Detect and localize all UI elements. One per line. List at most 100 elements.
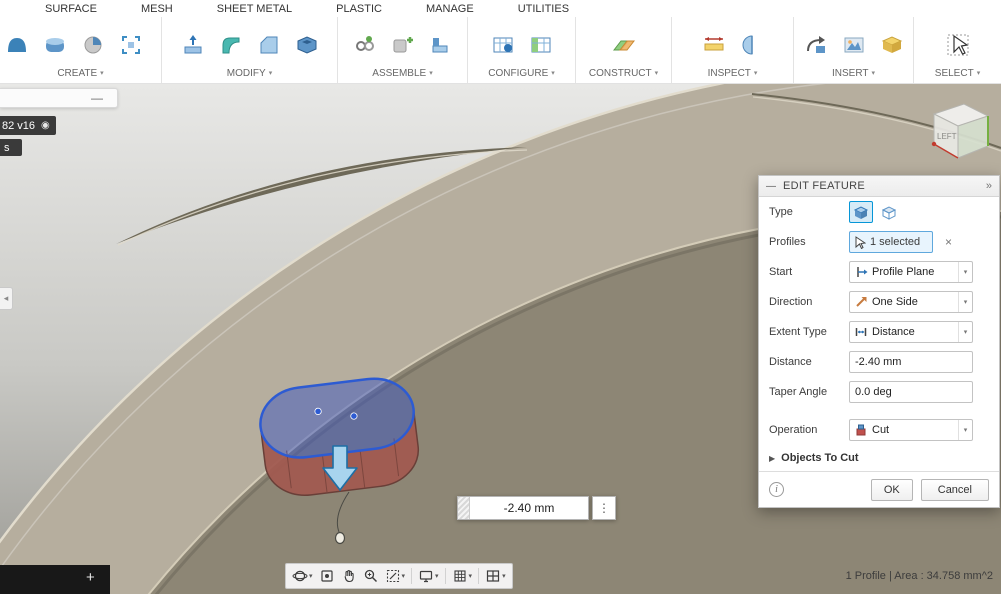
direction-dropdown[interactable]: One Side ▾ [849,291,973,313]
create-form-icon[interactable] [4,32,30,58]
select-dropdown[interactable]: SELECT ▾ [914,67,1001,83]
ok-button[interactable]: OK [871,479,913,501]
input-drag-grip[interactable] [458,497,470,519]
distance-field[interactable] [849,351,973,373]
extent-type-label: Extent Type [769,326,849,338]
chevron-down-icon: ▾ [502,572,506,580]
assemble-dropdown[interactable]: ASSEMBLE ▾ [338,67,467,83]
input-options-button[interactable]: ⋮ [592,496,616,520]
look-at-tool[interactable] [317,565,337,587]
create-box-icon[interactable] [42,32,68,58]
toolbar-separator [411,568,412,584]
modify-press-pull-icon[interactable] [180,32,206,58]
operation-value: Cut [872,424,954,436]
configure-icon[interactable] [490,32,516,58]
browser-header[interactable]: — [0,88,118,108]
extent-type-row: Extent Type Distance ▾ [759,317,999,347]
browser-minimize-icon[interactable]: — [91,91,103,105]
dialog-collapse-icon[interactable]: — [766,181,776,192]
extrude-type-thin-button[interactable] [877,201,901,223]
magnifier-icon [363,568,379,584]
menu-tab-manage[interactable]: MANAGE [426,3,474,15]
chevron-down-icon: ▾ [469,572,473,580]
sketch-point-2[interactable] [350,412,357,419]
modify-chamfer-icon[interactable] [256,32,282,58]
chevron-down-icon: ▾ [435,572,439,580]
dialog-header[interactable]: — EDIT FEATURE » [759,176,999,197]
configure-table-icon[interactable] [528,32,554,58]
sub-node-label: s [4,142,10,154]
inspect-section-icon[interactable] [739,32,765,58]
start-label: Start [769,266,849,278]
menu-tab-surface[interactable]: SURFACE [45,3,97,15]
inspect-dropdown[interactable]: INSPECT ▾ [672,67,793,83]
menu-tab-utilities[interactable]: UTILITIES [518,3,569,15]
display-settings-tool[interactable]: ▾ [416,565,441,587]
sketch-center-point[interactable] [336,533,345,544]
sketch-point-1[interactable] [315,408,322,415]
selection-status: 1 Profile | Area : 34.758 mm^2 [846,570,993,582]
clear-selection-icon[interactable]: × [945,235,952,249]
viewports-tool[interactable]: ▾ [483,565,508,587]
toolbar-group-create: CREATE ▾ [0,17,162,83]
look-at-icon [319,568,335,584]
objects-to-cut-expander[interactable]: ▶ Objects To Cut [759,445,999,471]
modify-shell-icon[interactable] [294,32,320,58]
chevron-down-icon: ▾ [871,70,875,77]
menu-tab-sheet-metal[interactable]: SHEET METAL [217,3,292,15]
taper-angle-field[interactable] [849,381,973,403]
grid-snaps-tool[interactable]: ▾ [450,565,475,587]
cut-operation-icon [854,423,868,437]
operation-dropdown[interactable]: Cut ▾ [849,419,973,441]
viewports-icon [485,568,501,584]
menu-tab-plastic[interactable]: PLASTIC [336,3,382,15]
chevron-down-icon: ▾ [100,70,104,77]
viewport: — 82 v16 ◉ s ◂ LEFT [0,84,1001,594]
viewcube-origin-dot [932,142,936,146]
toolbar-group-insert: INSERT ▾ [794,17,914,83]
toolbar-group-construct: CONSTRUCT ▾ [576,17,672,83]
pan-tool[interactable] [339,565,359,587]
browser-document-node[interactable]: 82 v16 ◉ [0,116,56,135]
insert-mesh-icon[interactable] [879,32,905,58]
menu-tab-mesh[interactable]: MESH [141,3,173,15]
cancel-button[interactable]: Cancel [921,479,989,501]
extrude-type-solid-button[interactable] [849,201,873,223]
type-label: Type [769,206,849,218]
info-icon[interactable]: i [769,482,784,497]
create-revolve-icon[interactable] [80,32,106,58]
distance-value-input[interactable] [470,497,588,519]
zoom-tool[interactable] [361,565,381,587]
collapse-arrow-icon: ◂ [4,293,9,304]
collapsed-panel-tab[interactable]: ◂ [0,287,13,310]
select-cursor-icon[interactable] [945,32,971,58]
modify-fillet-icon[interactable] [218,32,244,58]
insert-dropdown[interactable]: INSERT ▾ [794,67,913,83]
timeline-add-button[interactable]: + [86,569,95,586]
assemble-new-component-icon[interactable] [390,32,416,58]
assemble-rigid-group-icon[interactable] [428,32,454,58]
create-sketch-icon[interactable] [118,32,144,58]
extent-type-dropdown[interactable]: Distance ▾ [849,321,973,343]
profiles-selection-button[interactable]: 1 selected [849,231,933,253]
operation-row: Operation Cut ▾ [759,415,999,445]
start-dropdown[interactable]: Profile Plane ▾ [849,261,973,283]
create-dropdown[interactable]: CREATE ▾ [0,67,161,83]
orbit-tool[interactable]: ▾ [290,565,315,587]
insert-decal-icon[interactable] [803,32,829,58]
inspect-measure-icon[interactable] [701,32,727,58]
construct-dropdown[interactable]: CONSTRUCT ▾ [576,67,671,83]
viewcube[interactable]: LEFT [918,92,1001,170]
insert-canvas-icon[interactable] [841,32,867,58]
profile-plane-icon [854,265,868,279]
assemble-joint-icon[interactable] [352,32,378,58]
browser-sub-node[interactable]: s [0,139,22,156]
dialog-detach-icon[interactable]: » [986,180,992,192]
fit-tool[interactable]: ▾ [383,565,408,587]
fusion-window: SURFACE MESH SHEET METAL PLASTIC MANAGE … [0,0,1001,594]
modify-dropdown[interactable]: MODIFY ▾ [162,67,337,83]
configure-dropdown[interactable]: CONFIGURE ▾ [468,67,575,83]
construct-plane-icon[interactable] [611,32,637,58]
document-activate-icon[interactable]: ◉ [41,120,50,131]
chevron-down-icon: ▾ [309,572,313,580]
